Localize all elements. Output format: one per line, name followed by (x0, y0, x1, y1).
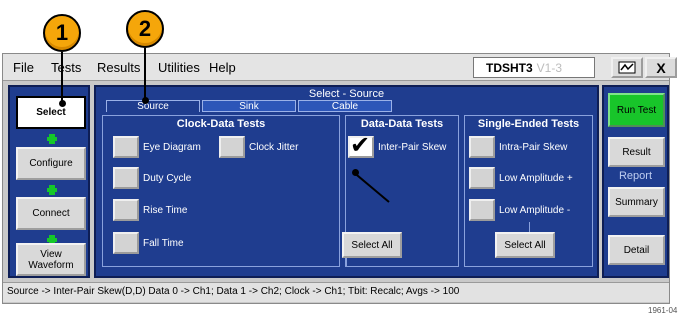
clock-jitter-checkbox[interactable] (219, 136, 245, 158)
checkmark-icon: ✔ (350, 132, 371, 159)
summary-button[interactable]: Summary (608, 187, 665, 217)
plus-icon (47, 185, 57, 195)
rise-time-label: Rise Time (143, 205, 188, 216)
callout-1-leader-end (59, 100, 66, 107)
callout-1: 1 (43, 14, 81, 52)
callout-3-leader-end (352, 169, 359, 176)
panel-title: Select - Source (308, 88, 385, 100)
close-button[interactable]: X (645, 57, 677, 78)
menu-tests[interactable]: Tests (51, 60, 81, 75)
eye-diagram-checkbox[interactable] (113, 136, 139, 158)
minimize-button[interactable] (611, 57, 643, 78)
clock-data-group: Clock-Data Tests Eye Diagram Clock Jitte… (102, 115, 340, 267)
tab-cable[interactable]: Cable (298, 100, 392, 112)
clock-data-title: Clock-Data Tests (176, 118, 266, 130)
select-source-panel: Select - Source Source Sink Cable Clock-… (94, 85, 599, 278)
low-amplitude-minus-label: Low Amplitude - (499, 205, 571, 216)
tab-source[interactable]: Source (106, 100, 200, 112)
single-ended-select-all-button[interactable]: Select All (495, 232, 555, 258)
detail-button[interactable]: Detail (608, 235, 665, 265)
select-button[interactable]: Select (16, 96, 86, 129)
menu-file[interactable]: File (13, 60, 34, 75)
data-data-select-all-button[interactable]: Select All (342, 232, 402, 258)
single-ended-title: Single-Ended Tests (477, 118, 580, 130)
tab-sink[interactable]: Sink (202, 100, 296, 112)
view-waveform-button[interactable]: View Waveform (16, 243, 86, 276)
low-amplitude-plus-label: Low Amplitude + (499, 173, 573, 184)
callout-2: 2 (126, 10, 164, 48)
plus-icon (47, 134, 57, 144)
menu-bar: File Tests Results Utilities Help TDSHT3… (3, 54, 677, 81)
configure-button[interactable]: Configure (16, 147, 86, 180)
callout-1-leader (61, 52, 63, 102)
fall-time-checkbox[interactable] (113, 232, 139, 254)
result-button[interactable]: Result (608, 137, 665, 167)
low-amplitude-minus-checkbox[interactable] (469, 199, 495, 221)
low-amplitude-plus-checkbox[interactable] (469, 167, 495, 189)
action-panel: Run Test Result Report Summary Detail (602, 85, 669, 278)
status-bar: Source -> Inter-Pair Skew(D,D) Data 0 ->… (3, 282, 669, 302)
callout-2-leader-end (142, 97, 149, 104)
app-window: File Tests Results Utilities Help TDSHT3… (2, 53, 677, 304)
connect-button[interactable]: Connect (16, 197, 86, 230)
inter-pair-skew-label: Inter-Pair Skew (378, 142, 447, 153)
intra-pair-skew-checkbox[interactable] (469, 136, 495, 158)
duty-cycle-checkbox[interactable] (113, 167, 139, 189)
inter-pair-skew-checkbox[interactable]: ✔ (348, 132, 374, 159)
duty-cycle-label: Duty Cycle (143, 173, 192, 184)
rise-time-checkbox[interactable] (113, 199, 139, 221)
fall-time-label: Fall Time (143, 238, 184, 249)
intra-pair-skew-label: Intra-Pair Skew (499, 142, 568, 153)
report-label: Report (618, 170, 653, 182)
document-number: 1961-04 (648, 306, 678, 315)
menu-help[interactable]: Help (209, 60, 236, 75)
app-name: TDSHT3 V1-3 (473, 57, 595, 78)
eye-diagram-label: Eye Diagram (143, 142, 201, 153)
data-data-group: Data-Data Tests ✔ Inter-Pair Skew Select… (342, 115, 459, 267)
data-data-title: Data-Data Tests (360, 118, 444, 130)
clock-jitter-label: Clock Jitter (249, 142, 299, 153)
callout-2-leader (144, 48, 146, 98)
run-test-button[interactable]: Run Test (608, 93, 665, 127)
minimize-icon (618, 61, 636, 74)
menu-results[interactable]: Results (97, 60, 140, 75)
menu-utilities[interactable]: Utilities (158, 60, 200, 75)
single-ended-group: Single-Ended Tests Intra-Pair Skew Low A… (464, 115, 593, 267)
workflow-nav: Select Configure Connect View Waveform (8, 85, 90, 278)
